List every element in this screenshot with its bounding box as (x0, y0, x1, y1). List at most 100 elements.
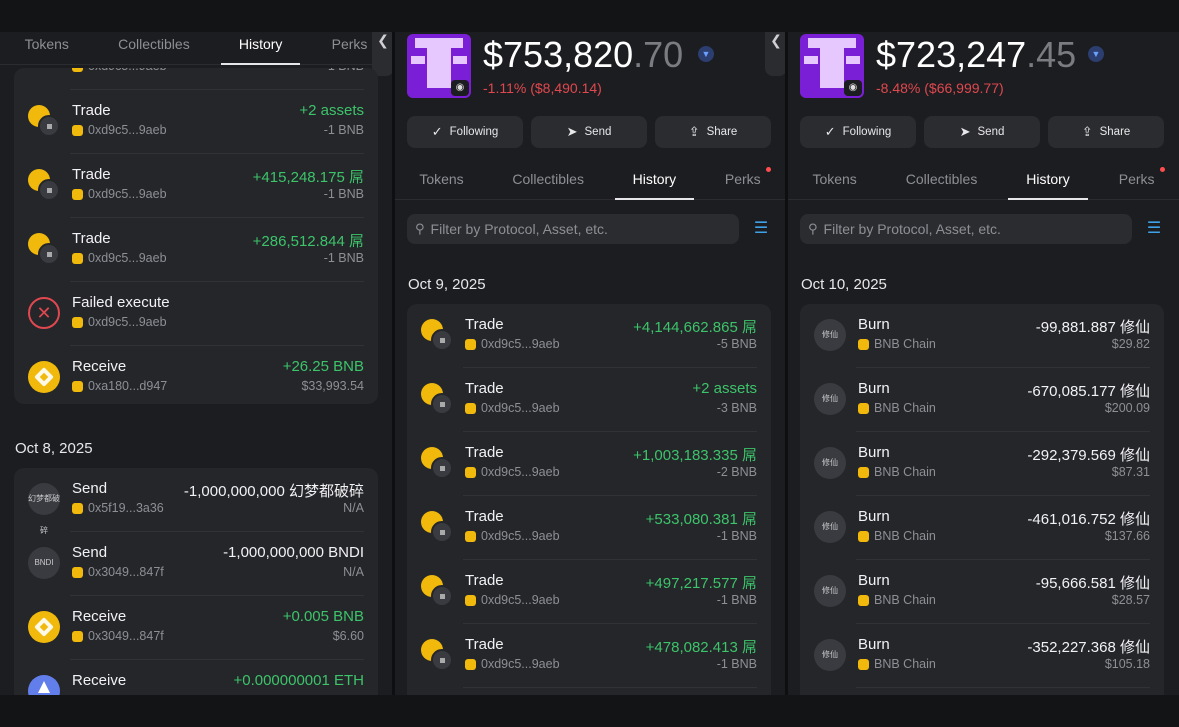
transaction-secondary-amount: $29.82 (1111, 337, 1150, 351)
search-input[interactable]: ⚲ Filter by Protocol, Asset, etc. (800, 214, 1132, 244)
send-button[interactable]: ➤ Send (531, 116, 647, 148)
transaction-secondary-amount: -1 BNB (324, 68, 364, 73)
transaction-type: Burn (858, 572, 890, 589)
transaction-row[interactable]: BNDI Send 0x3049...847f -1,000,000,000 BNDI… (14, 532, 378, 596)
chain-icon (858, 466, 869, 478)
transaction-amount: -1,000,000,000 幻梦都破碎 (183, 483, 364, 500)
history-panel-middle: ◉ $753,820.70 ▼ -1.11% ($8,490.14) ❮ ✓ Fo… (395, 32, 785, 695)
transaction-row[interactable]: Trade 0xd9c5...9aeb +2 assets -1 BNB (14, 90, 378, 154)
transaction-type: Trade (465, 444, 504, 461)
tab-bar: Tokens Collectibles History Perks (395, 159, 785, 200)
transaction-row[interactable]: 0xd9c5...9aeb -1 BNB (14, 68, 378, 90)
filter-settings-icon[interactable]: ☰ (1144, 219, 1164, 239)
address-text: 0x3049...847f (88, 565, 164, 579)
transaction-row[interactable]: Trade 0xd9c5...9aeb +2 assets -3 BNB (407, 368, 771, 432)
transaction-type: Send (72, 480, 108, 497)
transaction-amount: +2 assets (692, 380, 757, 397)
transaction-address: 0xa180...d947 (72, 379, 167, 393)
address-text: 0xd9c5...9aeb (88, 68, 167, 73)
search-input[interactable]: ⚲ Filter by Protocol, Asset, etc. (407, 214, 739, 244)
avatar[interactable]: ◉ (407, 34, 471, 98)
chevron-down-icon[interactable]: ▼ (1088, 46, 1104, 62)
transaction-row[interactable]: 修仙 Burn BNB Chain -670,085.177 修仙 $200.09 (800, 368, 1164, 432)
trade-icon (421, 319, 453, 351)
transaction-address: 0x5f19...3a36 (72, 501, 164, 515)
tab-history[interactable]: History (1008, 159, 1088, 200)
transaction-row[interactable]: Trade 0xd9c5...9aeb +533,080.381 屌 -1 BNB (407, 496, 771, 560)
back-tab-edge[interactable]: ❮ (765, 32, 785, 76)
transaction-row[interactable]: Trade 0xd9c5...9aeb +1,003,183.335 屌 -2 BNB (407, 432, 771, 496)
address-text: 0xd9c5...9aeb (481, 465, 560, 479)
transaction-row[interactable]: Receive 0x3049...847f +0.005 BNB $6.60 (14, 596, 378, 660)
transaction-address: BNB Chain (858, 337, 936, 351)
address-text: BNB Chain (874, 593, 936, 607)
filter-settings-icon[interactable]: ☰ (751, 219, 771, 239)
token-icon: 修仙 (814, 383, 846, 415)
transaction-type: Burn (858, 636, 890, 653)
share-button[interactable]: ⇪ Share (1048, 116, 1164, 148)
transaction-row[interactable]: Receive 0xa180...d947 +26.25 BNB $33,993.54 (14, 346, 378, 404)
address-text: 0x5f19...3a36 (88, 501, 164, 515)
chain-icon (858, 658, 869, 670)
wallet-balance: $753,820.70 (483, 34, 683, 76)
tab-collectibles[interactable]: Collectibles (494, 159, 602, 199)
transaction-secondary-amount: -5 BNB (716, 337, 757, 351)
transaction-type: Trade (72, 230, 111, 247)
history-panel-right: ◉ $723,247.45 ▼ -8.48% ($66,999.77) ✓ Fol… (788, 32, 1179, 695)
chain-icon (72, 630, 83, 642)
transaction-row[interactable]: Receive +0.000000001 ETH (14, 660, 378, 695)
chevron-down-icon[interactable]: ▼ (698, 46, 714, 62)
transaction-address: 0xd9c5...9aeb (72, 251, 167, 265)
eye-icon[interactable]: ◉ (844, 80, 862, 96)
tab-tokens[interactable]: Tokens (7, 32, 87, 64)
chain-icon (465, 338, 476, 350)
transaction-row[interactable]: 修仙 Burn BNB Chain -99,881.887 修仙 $29.82 (800, 304, 1164, 368)
transaction-amount: +286,512.844 屌 (252, 233, 364, 250)
transaction-secondary-amount: $28.57 (1111, 593, 1150, 607)
transaction-secondary-amount: N/A (343, 565, 364, 579)
tab-history[interactable]: History (220, 32, 301, 65)
send-label: Send (584, 126, 612, 138)
transaction-address: BNB Chain (858, 401, 936, 415)
balance-main: $753,820 (483, 34, 634, 75)
transaction-row[interactable]: Trade 0xd9c5...9aeb +478,082.413 屌 -1 BNB (407, 624, 771, 688)
share-label: Share (1099, 126, 1131, 138)
transaction-amount: -352,227.368 修仙 (1027, 639, 1150, 656)
transaction-card: Trade 0xd9c5...9aeb +4,144,662.865 屌 -5 BNB… (407, 304, 771, 695)
tab-perks[interactable]: Perks (707, 159, 779, 199)
tab-history[interactable]: History (614, 159, 695, 200)
address-text: 0xd9c5...9aeb (481, 593, 560, 607)
transaction-row[interactable]: 修仙 Burn BNB Chain -461,016.752 修仙 $137.66 (800, 496, 1164, 560)
chain-icon (72, 316, 83, 328)
transaction-secondary-amount: -2 BNB (716, 465, 757, 479)
date-header: Oct 10, 2025 (801, 276, 887, 293)
tab-perks[interactable]: Perks (1101, 159, 1173, 199)
tab-collectibles[interactable]: Collectibles (888, 159, 996, 199)
transaction-row[interactable]: 幻梦都破碎 Send 0x5f19...3a36 -1,000,000,000 幻梦都… (14, 468, 378, 535)
token-icon (431, 521, 453, 543)
eye-icon[interactable]: ◉ (451, 80, 469, 96)
transaction-row[interactable]: Trade 0xd9c5...9aeb +286,512.844 屌 -1 BNB (14, 218, 378, 282)
send-button[interactable]: ➤ Send (924, 116, 1040, 148)
tab-tokens[interactable]: Tokens (794, 159, 874, 199)
transaction-secondary-amount: $105.18 (1104, 657, 1150, 671)
share-button[interactable]: ⇪ Share (655, 116, 771, 148)
transaction-row[interactable]: Trade 0xd9c5...9aeb +4,144,662.865 屌 -5 BNB (407, 304, 771, 368)
address-text: 0xd9c5...9aeb (481, 657, 560, 671)
transaction-row[interactable]: 修仙 Burn BNB Chain -352,227.368 修仙 $105.18 (800, 624, 1164, 688)
following-button[interactable]: ✓ Following (407, 116, 523, 148)
tab-collectibles[interactable]: Collectibles (100, 32, 208, 64)
transaction-row[interactable]: ✕ Failed execute 0xd9c5...9aeb (14, 282, 378, 346)
tab-tokens[interactable]: Tokens (401, 159, 481, 199)
transaction-address: 0x3049...847f (72, 629, 164, 643)
transaction-row[interactable]: Trade 0xd9c5...9aeb +415,248.175 屌 -1 BNB (14, 154, 378, 218)
transaction-row[interactable]: 修仙 Burn BNB Chain -95,666.581 修仙 $28.57 (800, 560, 1164, 624)
top-letterbox (0, 0, 1179, 32)
transaction-row[interactable]: Trade 0xd9c5...9aeb +497,217.577 屌 -1 BNB (407, 560, 771, 624)
transaction-row[interactable]: 修仙 Burn BNB Chain -292,379.569 修仙 $87.31 (800, 432, 1164, 496)
transaction-type: Trade (465, 316, 504, 333)
following-label: Following (449, 126, 499, 138)
transaction-amount: +26.25 BNB (282, 358, 364, 375)
avatar[interactable]: ◉ (800, 34, 864, 98)
following-button[interactable]: ✓ Following (800, 116, 916, 148)
